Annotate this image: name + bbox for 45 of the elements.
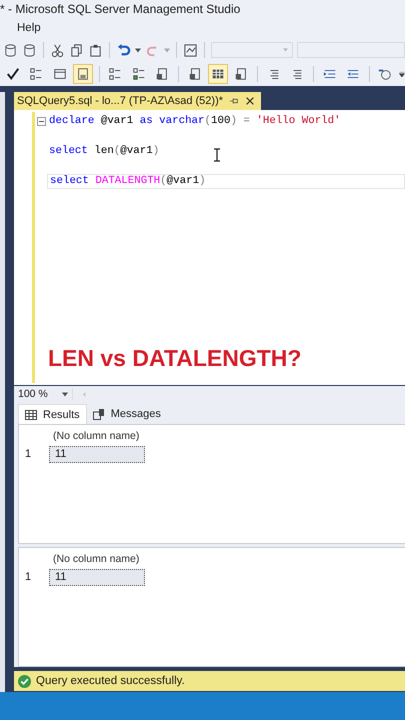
zoom-dropdown[interactable]: 100 % xyxy=(14,388,73,400)
table-cell[interactable]: 11 xyxy=(49,568,145,586)
grid-icon xyxy=(25,410,37,420)
row-number: 1 xyxy=(24,571,32,583)
document-tab[interactable]: SQLQuery5.sql - lo...7 (TP-AZ\Asad (52))* xyxy=(14,92,262,110)
toolbar-button[interactable] xyxy=(73,64,93,84)
column-header: (No column name) xyxy=(52,553,140,565)
table-cell[interactable]: 11 xyxy=(49,446,145,462)
check-icon xyxy=(6,67,20,81)
close-icon[interactable] xyxy=(245,96,256,106)
collapse-icon[interactable] xyxy=(36,117,46,126)
database-icon[interactable] xyxy=(22,42,37,58)
dropdown-arrow-icon xyxy=(283,48,288,52)
dropdown-arrow-icon[interactable] xyxy=(135,48,141,52)
result-tab[interactable]: Messages xyxy=(86,404,167,424)
dropdown-arrow-icon xyxy=(62,392,68,396)
result-tab[interactable]: Results xyxy=(18,404,87,424)
outdent-icon xyxy=(346,67,360,81)
dropdown-field[interactable] xyxy=(297,42,405,58)
database-icon[interactable] xyxy=(3,42,18,58)
code-line: declare @var1 as varchar(100) = 'Hello World' xyxy=(48,114,341,129)
window-title: * - Microsoft SQL Server Management Studio xyxy=(0,2,240,16)
tab-title: SQLQuery5.sql - lo...7 (TP-AZ\Asad (52))* xyxy=(17,95,224,107)
paste-icon[interactable] xyxy=(88,42,103,58)
cut-icon[interactable] xyxy=(50,42,65,58)
video-caption: LEN vs DATALENGTH? xyxy=(48,345,302,372)
status-message: Query executed successfully. xyxy=(36,675,185,687)
doc-icon xyxy=(155,67,170,81)
column-header: (No column name) xyxy=(52,430,140,442)
toolbar-button[interactable] xyxy=(208,64,228,84)
copy-icon[interactable] xyxy=(69,42,84,58)
row-number: 1 xyxy=(24,448,32,460)
code-line: select len(@var1) xyxy=(48,144,160,159)
menu-item[interactable]: Help xyxy=(17,22,41,34)
text-cursor-icon xyxy=(213,148,221,162)
doc3-icon xyxy=(234,67,248,81)
grid-icon xyxy=(211,67,226,81)
overflow-arrow-icon[interactable] xyxy=(399,72,405,76)
dropdown-field[interactable] xyxy=(211,42,293,58)
pin-icon[interactable] xyxy=(229,96,240,106)
indent-icon xyxy=(322,67,337,81)
undo-icon[interactable] xyxy=(116,42,131,58)
doc2-icon xyxy=(188,67,202,81)
success-check-icon xyxy=(18,674,31,688)
message-icon xyxy=(92,408,105,420)
